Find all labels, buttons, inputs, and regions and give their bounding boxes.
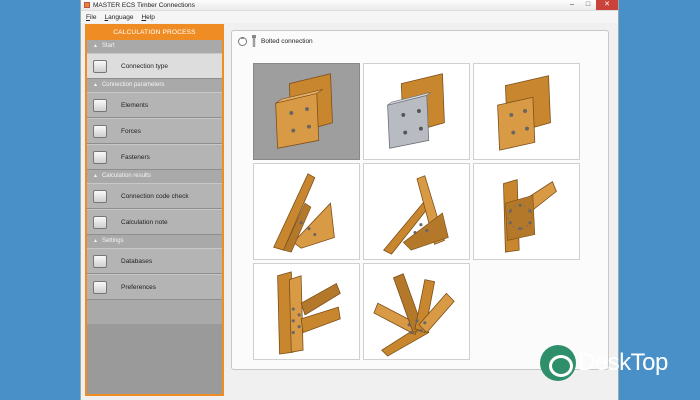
preferences-icon (93, 280, 107, 294)
menu-help[interactable]: Help (141, 14, 154, 21)
tile-multi-member[interactable] (253, 263, 360, 360)
connection-type-icon (93, 59, 107, 73)
collapse-triangle-icon: ▲ (93, 173, 98, 179)
tile-truss-left[interactable] (253, 163, 360, 260)
menu-bar: File Language Help (81, 11, 618, 23)
bolt-icon (252, 35, 256, 47)
watermark: DeskTop (540, 345, 668, 381)
section-label: Connection parameters (101, 82, 165, 88)
collapse-up-icon[interactable]: ⌃ (238, 36, 247, 46)
sidebar-item-databases[interactable]: Databases (87, 248, 222, 274)
sidebar-item-label: Elements (121, 101, 149, 109)
sidebar-item-label: Preferences (121, 283, 157, 291)
tile-steel-plate[interactable] (363, 63, 470, 160)
window-controls: – □ ✕ (564, 0, 618, 10)
tile-knee-ring[interactable] (473, 163, 580, 260)
sidebar-item-label: Fasteners (121, 153, 150, 161)
menu-file[interactable]: File (86, 14, 97, 21)
sidebar-item-preferences[interactable]: Preferences (87, 274, 222, 300)
title-bar: MASTER ECS Timber Connections – □ ✕ (81, 0, 618, 11)
menu-language[interactable]: Language (105, 14, 134, 21)
section-label: Calculation results (101, 173, 151, 179)
calculation-note-icon (93, 215, 107, 229)
connection-type-panel: ⌃ Bolted connection (231, 30, 609, 370)
watermark-logo-icon (540, 345, 576, 381)
tile-truss-center[interactable] (363, 163, 470, 260)
code-check-icon (93, 189, 107, 203)
sidebar-item-fasteners[interactable]: Fasteners (87, 144, 222, 170)
sidebar-item-label: Forces (121, 127, 141, 135)
minimize-button[interactable]: – (564, 0, 580, 10)
sidebar-item-calculation-note[interactable]: Calculation note (87, 209, 222, 235)
collapse-triangle-icon: ▲ (93, 238, 98, 244)
sidebar-empty-area (87, 324, 222, 394)
forces-icon (93, 124, 107, 138)
sidebar-item-forces[interactable]: Forces (87, 118, 222, 144)
database-icon (93, 254, 107, 268)
collapse-triangle-icon: ▲ (93, 82, 98, 88)
sidebar-header: CALCULATION PROCESS (87, 26, 222, 40)
sidebar-item-label: Databases (121, 257, 153, 265)
group-header: ⌃ Bolted connection (232, 33, 608, 49)
window-title: MASTER ECS Timber Connections (93, 1, 195, 9)
elements-icon (93, 98, 107, 112)
section-settings[interactable]: ▲ Settings (87, 235, 222, 248)
fasteners-icon (93, 150, 107, 164)
app-window: MASTER ECS Timber Connections – □ ✕ File… (80, 0, 619, 400)
sidebar-item-label: Connection code check (121, 192, 189, 200)
tile-timber-plate[interactable] (253, 63, 360, 160)
collapse-triangle-icon: ▲ (93, 43, 98, 49)
maximize-button[interactable]: □ (580, 0, 596, 10)
sidebar-item-label: Calculation note (121, 218, 168, 226)
section-label: Settings (101, 238, 124, 244)
close-button[interactable]: ✕ (596, 0, 618, 10)
section-start[interactable]: ▲ Start (87, 40, 222, 53)
sidebar-item-label: Connection type (121, 62, 168, 70)
calculation-sidebar: CALCULATION PROCESS ▲ Start Connection ty… (85, 24, 224, 396)
group-title: Bolted connection (261, 37, 313, 45)
tile-timber-side[interactable] (473, 63, 580, 160)
app-logo-icon (84, 2, 90, 8)
section-calculation-results[interactable]: ▲ Calculation results (87, 170, 222, 183)
watermark-text: DeskTop (578, 349, 668, 376)
sidebar-item-connection-code-check[interactable]: Connection code check (87, 183, 222, 209)
section-label: Start (101, 43, 115, 49)
tile-fan-member[interactable] (363, 263, 470, 360)
section-connection-parameters[interactable]: ▲ Connection parameters (87, 79, 222, 92)
sidebar-item-elements[interactable]: Elements (87, 92, 222, 118)
sidebar-item-connection-type[interactable]: Connection type (87, 53, 222, 79)
